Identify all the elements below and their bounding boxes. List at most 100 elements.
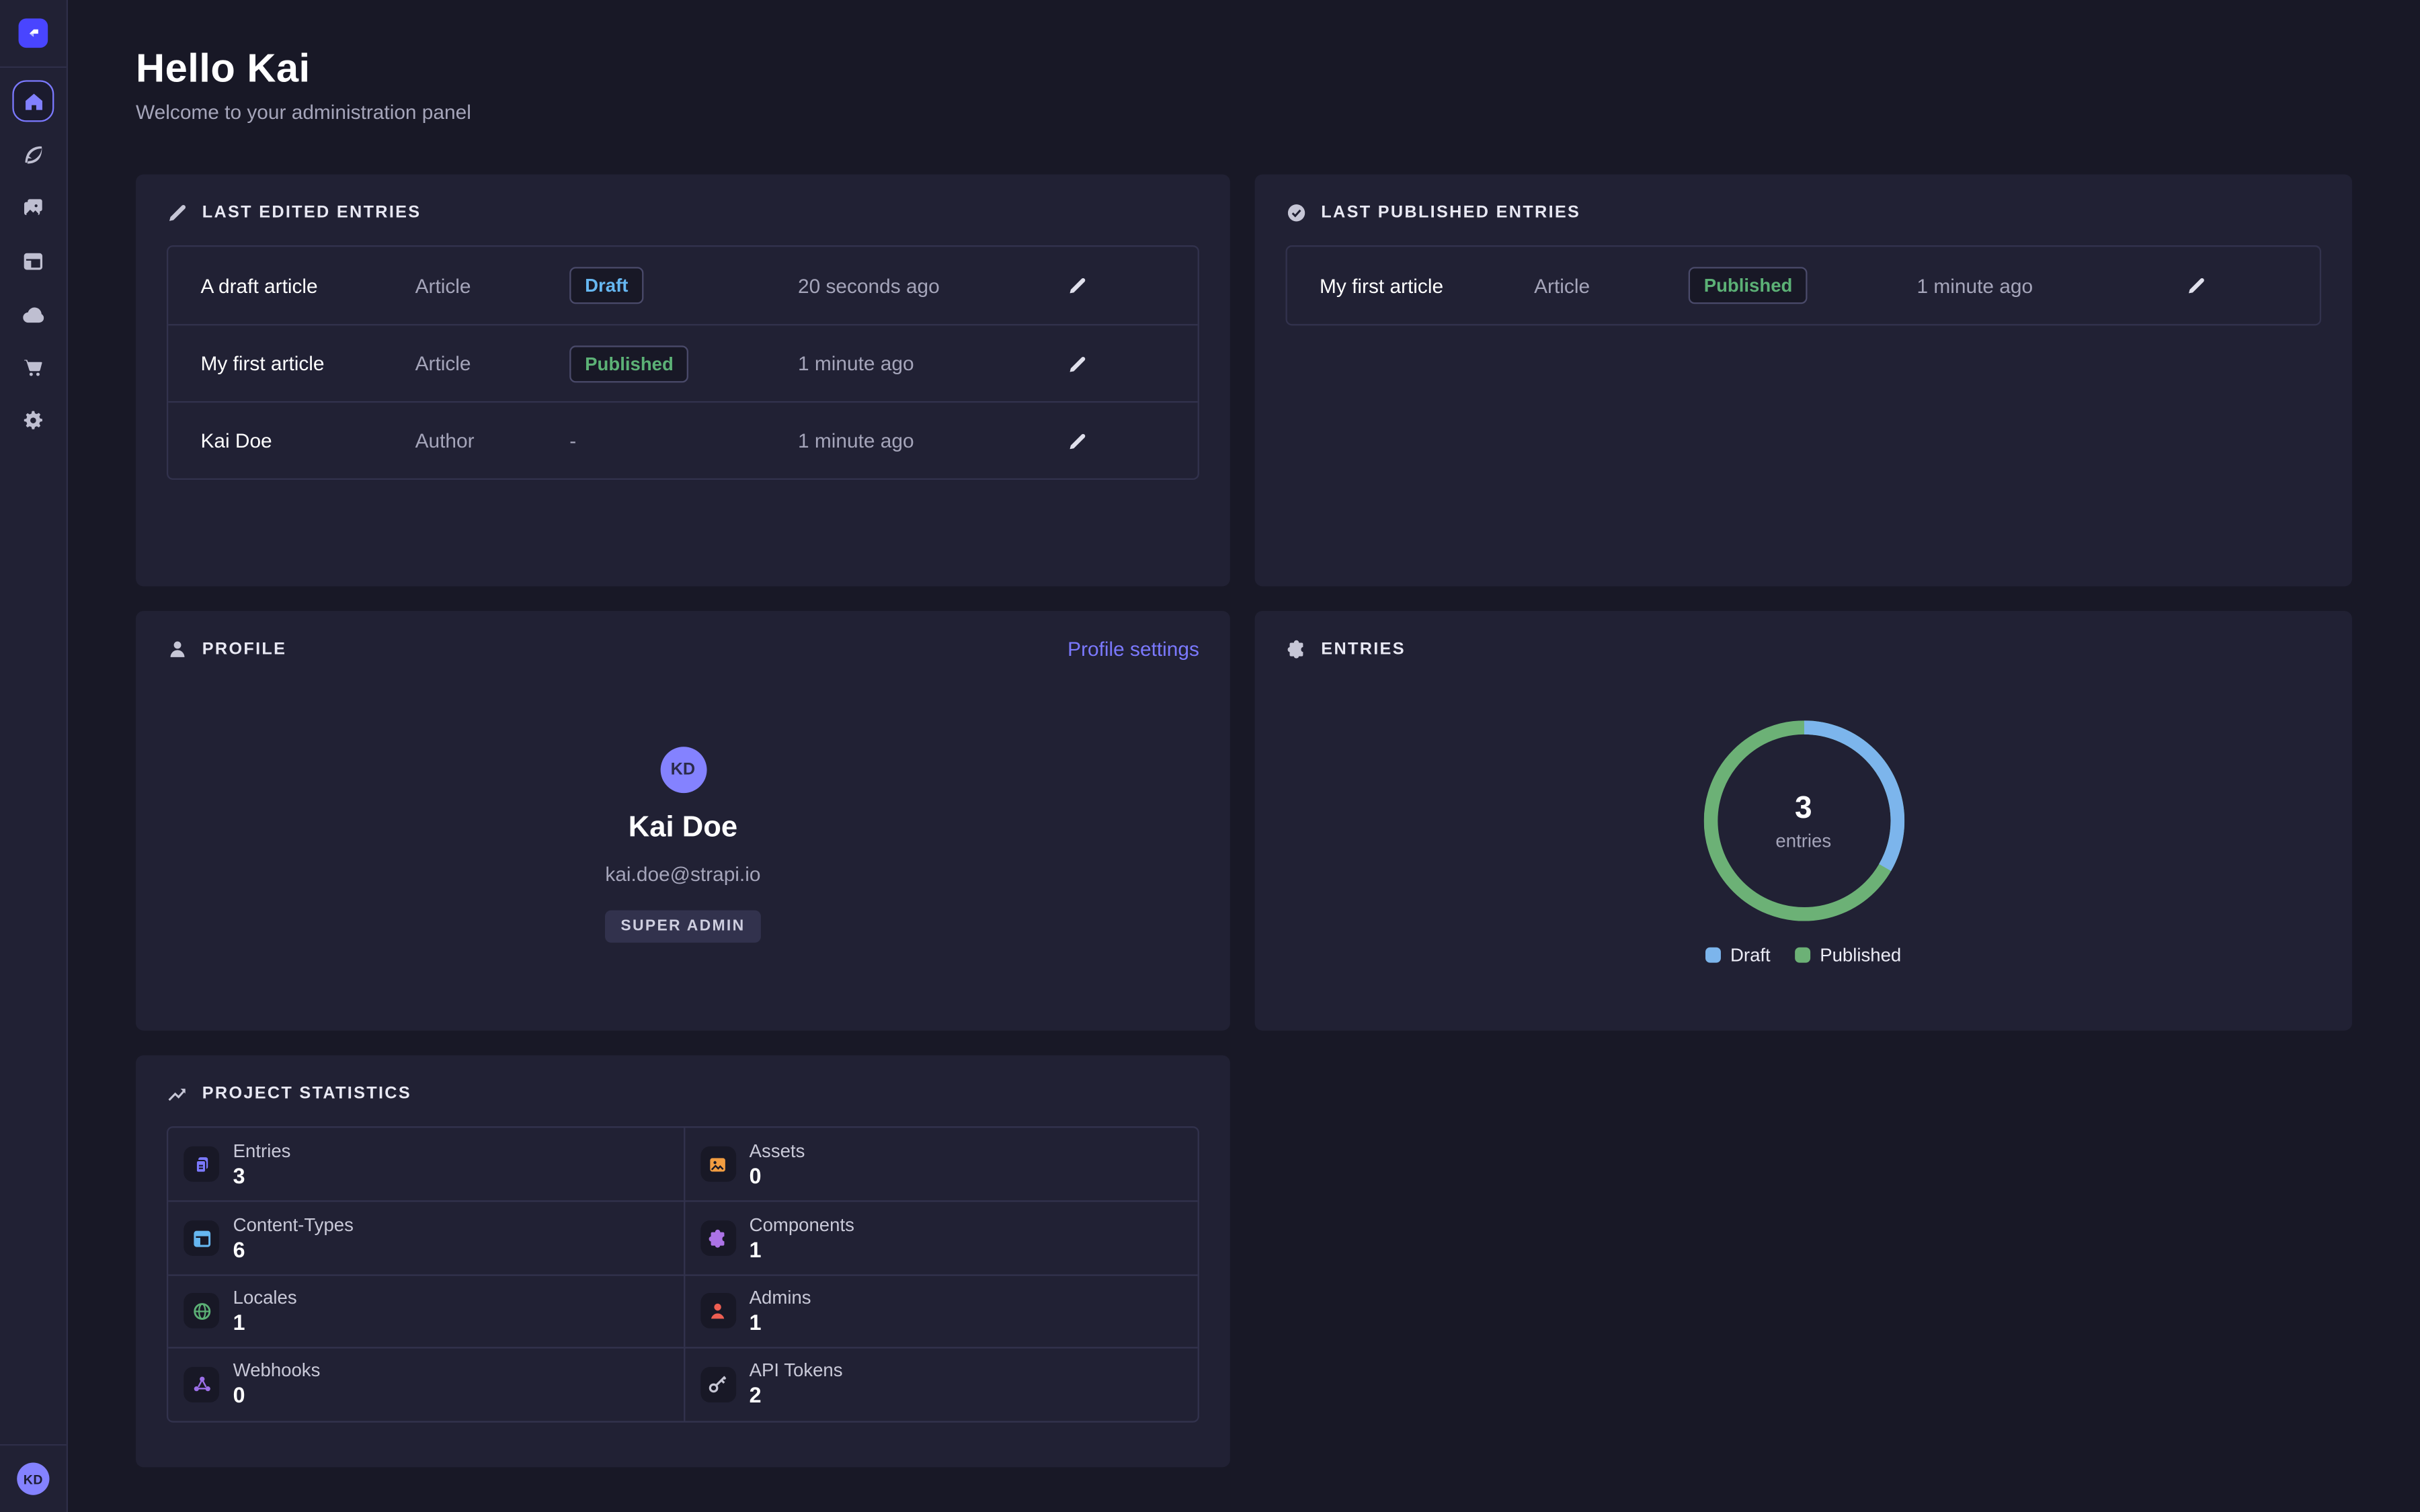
profile-card: PROFILE Profile settings KD Kai Doe kai.…	[136, 611, 1230, 1030]
table-row[interactable]: Kai Doe Author - 1 minute ago	[168, 401, 1197, 478]
entry-name: A draft article	[200, 274, 415, 297]
sidebar-item-marketplace[interactable]	[12, 346, 54, 388]
profile-name: Kai Doe	[629, 810, 737, 847]
webhook-icon	[184, 1367, 219, 1402]
status-badge: Published	[569, 345, 689, 382]
entry-name: My first article	[1320, 274, 1534, 297]
entry-type: Article	[1534, 274, 1689, 297]
stat-value: 1	[750, 1310, 811, 1336]
sidebar-item-media-library[interactable]	[12, 187, 54, 228]
project-statistics-title: PROJECT STATISTICS	[202, 1084, 411, 1104]
role-badge: SUPER ADMIN	[605, 911, 760, 943]
stat-label: Components	[750, 1214, 854, 1236]
stat-admins: Admins 1	[683, 1274, 1198, 1347]
last-published-header: LAST PUBLISHED ENTRIES	[1255, 174, 2352, 223]
strapi-logo-icon	[23, 23, 43, 43]
person-icon	[700, 1294, 735, 1329]
project-statistics-card: PROJECT STATISTICS Entries	[136, 1055, 1230, 1467]
status-badge: Draft	[569, 267, 643, 304]
stat-value: 6	[233, 1236, 354, 1263]
stat-value: 0	[233, 1383, 321, 1409]
entries-header: ENTRIES	[1255, 611, 2352, 660]
entry-time: 1 minute ago	[1917, 274, 2177, 297]
stat-label: Locales	[233, 1287, 297, 1310]
stat-label: Entries	[233, 1140, 291, 1163]
entry-type: Author	[415, 429, 570, 452]
edit-entry-button[interactable]	[1057, 265, 1098, 306]
table-row[interactable]: My first article Article Published 1 min…	[168, 324, 1197, 401]
strapi-logo[interactable]	[19, 19, 48, 48]
entry-status: Draft	[569, 267, 798, 304]
sidebar-item-content-type-builder[interactable]	[12, 240, 54, 282]
page-subtitle: Welcome to your administration panel	[136, 99, 2352, 126]
gear-icon	[22, 409, 44, 431]
user-icon	[167, 639, 188, 661]
project-statistics-header: PROJECT STATISTICS	[136, 1055, 1230, 1104]
entry-type: Article	[415, 351, 570, 374]
sidebar-item-home[interactable]	[12, 80, 54, 122]
stat-locales: Locales 1	[168, 1274, 683, 1347]
sidebar-item-settings[interactable]	[12, 400, 54, 442]
edit-entry-button[interactable]	[2176, 265, 2216, 306]
sidebar: KD	[0, 0, 68, 1512]
widgets-grid: LAST EDITED ENTRIES A draft article Arti…	[136, 174, 2352, 1467]
stat-label: Webhooks	[233, 1360, 321, 1383]
stat-entries: Entries 3	[168, 1128, 683, 1201]
stat-assets: Assets 0	[683, 1128, 1198, 1201]
entries-card: ENTRIES 3 entries	[1255, 611, 2352, 1030]
entries-chart-area: 3 entries	[1255, 720, 2352, 921]
entry-status: -	[569, 429, 798, 452]
pencil-icon	[167, 202, 188, 224]
sidebar-user-area: KD	[0, 1444, 67, 1512]
chart-legend: Draft Published	[1255, 944, 2352, 966]
pencil-icon	[2185, 275, 2207, 296]
image-icon	[700, 1146, 735, 1182]
table-row[interactable]: My first article Article Published 1 min…	[1287, 247, 2320, 324]
home-icon	[22, 90, 44, 112]
stat-value: 1	[233, 1310, 297, 1336]
entries-title: ENTRIES	[1321, 640, 1406, 660]
last-edited-title: LAST EDITED ENTRIES	[202, 203, 421, 223]
user-avatar[interactable]: KD	[17, 1463, 49, 1495]
stat-value: 2	[750, 1383, 843, 1409]
stat-label: Admins	[750, 1287, 811, 1310]
last-edited-table: A draft article Article Draft 20 seconds…	[167, 245, 1199, 480]
table-row[interactable]: A draft article Article Draft 20 seconds…	[168, 247, 1197, 324]
entry-time: 1 minute ago	[798, 351, 1057, 374]
donut-center-label: 3 entries	[1703, 720, 1904, 921]
sidebar-item-deploy[interactable]	[12, 293, 54, 335]
stat-value: 0	[750, 1163, 805, 1189]
stat-api-tokens: API Tokens 2	[683, 1347, 1198, 1421]
legend-label: Published	[1820, 944, 1901, 966]
draft-swatch	[1705, 948, 1721, 963]
feather-icon	[22, 142, 44, 165]
globe-icon	[184, 1294, 219, 1329]
last-published-table: My first article Article Published 1 min…	[1286, 245, 2322, 325]
images-icon	[22, 196, 44, 219]
stat-content-types: Content-Types 6	[168, 1201, 683, 1274]
pencil-icon	[1066, 429, 1088, 451]
stat-value: 3	[233, 1163, 291, 1189]
entry-type: Article	[415, 274, 570, 297]
stats-table: Entries 3 Assets	[167, 1126, 1199, 1422]
sidebar-nav	[0, 68, 67, 453]
main-content: Hello Kai Welcome to your administration…	[68, 0, 2420, 1512]
entries-total: 3	[1795, 789, 1812, 826]
sidebar-item-content-manager[interactable]	[12, 134, 54, 175]
last-edited-entries-card: LAST EDITED ENTRIES A draft article Arti…	[136, 174, 1230, 586]
edit-entry-button[interactable]	[1057, 421, 1098, 461]
content-type-icon	[184, 1220, 219, 1256]
entry-name: My first article	[200, 351, 415, 374]
edit-entry-button[interactable]	[1057, 343, 1098, 384]
profile-header: PROFILE	[136, 611, 1230, 660]
stat-value: 1	[750, 1236, 854, 1263]
profile-title: PROFILE	[202, 640, 287, 660]
cloud-icon	[21, 302, 46, 327]
entries-unit: entries	[1775, 828, 1831, 853]
entry-time: 1 minute ago	[798, 429, 1057, 452]
stat-webhooks: Webhooks 0	[168, 1347, 683, 1421]
profile-body: KD Kai Doe kai.doe@strapi.io SUPER ADMIN	[136, 661, 1230, 943]
entry-name: Kai Doe	[200, 429, 415, 452]
sidebar-logo-area	[0, 0, 67, 68]
profile-settings-link[interactable]: Profile settings	[1067, 637, 1199, 662]
